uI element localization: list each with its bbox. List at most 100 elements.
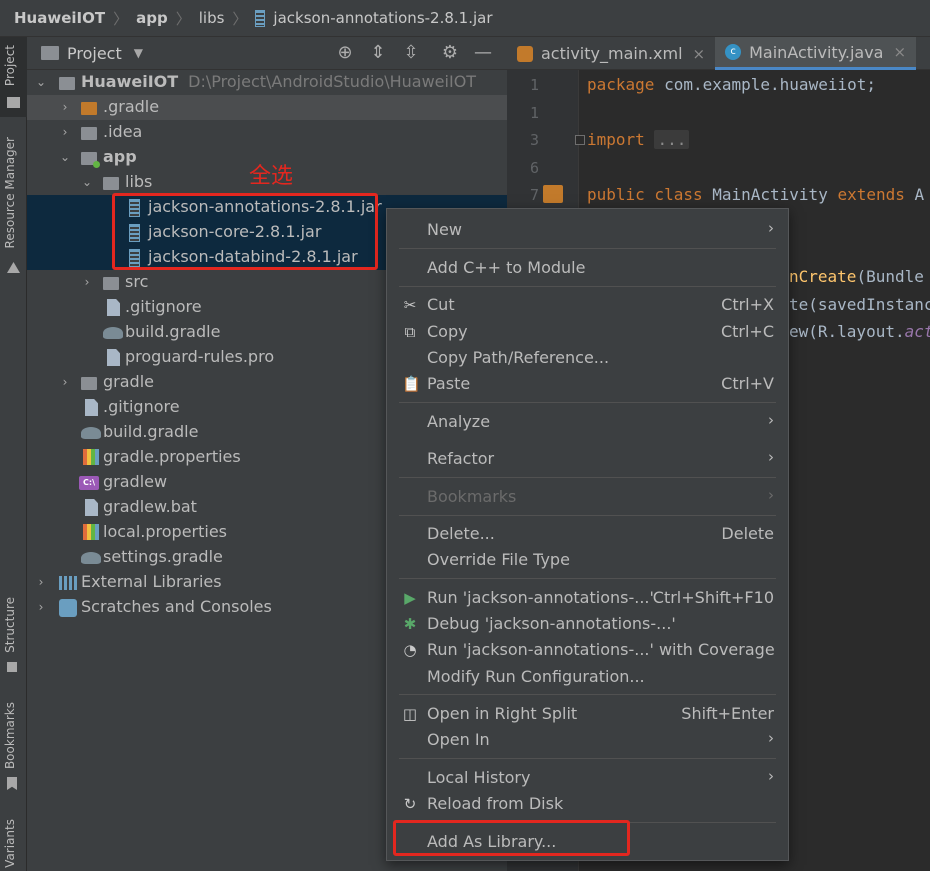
menu-item-run-coverage[interactable]: ◔ Run 'jackson-annotations-...' with Cov… bbox=[388, 637, 787, 663]
menu-item-cut[interactable]: ✂ Cut Ctrl+X bbox=[388, 292, 787, 318]
tree-path: D:\Project\AndroidStudio\HuaweiIOT bbox=[188, 72, 477, 91]
tree-label: app bbox=[103, 147, 137, 166]
menu-item-refactor[interactable]: Refactor › bbox=[388, 446, 787, 472]
caret-down-icon[interactable]: ▼ bbox=[134, 46, 143, 60]
chevron-right-icon: 〉 bbox=[175, 9, 191, 28]
project-panel-header: Project ▼ ⊕ ⇕ ⇳ ⚙ — bbox=[27, 37, 507, 70]
menu-item-bookmarks[interactable]: Bookmarks › bbox=[388, 484, 787, 510]
file-icon bbox=[85, 499, 98, 516]
chevron-down-icon[interactable]: ⌄ bbox=[35, 70, 47, 95]
tree-item-root[interactable]: ⌄ HuaweiIOT D:\Project\AndroidStudio\Huaw… bbox=[27, 70, 507, 95]
jar-icon bbox=[255, 9, 266, 27]
line-number: 1 bbox=[529, 76, 539, 94]
menu-separator bbox=[399, 578, 776, 579]
chevron-right-icon[interactable]: › bbox=[35, 570, 47, 595]
close-icon[interactable]: × bbox=[893, 43, 906, 61]
menu-item-local-history[interactable]: Local History › bbox=[388, 765, 787, 791]
menu-item-override-type[interactable]: Override File Type bbox=[388, 547, 787, 573]
activity-gutter-icon[interactable] bbox=[543, 185, 563, 203]
gradle-icon bbox=[81, 427, 101, 439]
menu-separator bbox=[399, 515, 776, 516]
java-class-icon: c bbox=[725, 44, 742, 60]
chevron-right-icon[interactable]: › bbox=[35, 595, 47, 620]
folder-icon bbox=[81, 102, 97, 115]
chevron-right-icon: › bbox=[768, 767, 774, 785]
minimize-icon[interactable]: — bbox=[473, 43, 493, 63]
gradle-icon bbox=[81, 552, 101, 564]
file-icon bbox=[85, 399, 98, 416]
chevron-right-icon: › bbox=[768, 411, 774, 429]
chevron-right-icon: › bbox=[768, 729, 774, 747]
chevron-right-icon[interactable]: › bbox=[59, 120, 71, 145]
menu-item-modify-run[interactable]: Modify Run Configuration... bbox=[388, 664, 787, 690]
tool-variants[interactable]: Variants bbox=[3, 819, 17, 868]
breadcrumb-project[interactable]: HuaweiIOT bbox=[14, 9, 105, 27]
context-menu: New › Add C++ to Module ✂ Cut Ctrl+X ⧉ C… bbox=[386, 208, 789, 861]
tree-label: gradlew.bat bbox=[103, 497, 197, 516]
code-line: public class MainActivity extends A bbox=[587, 185, 925, 204]
tool-project-tab[interactable]: Project bbox=[0, 37, 27, 117]
menu-item-open-in[interactable]: Open In › bbox=[388, 727, 787, 753]
run-icon: ▶ bbox=[404, 589, 416, 607]
tool-bookmarks[interactable]: Bookmarks bbox=[3, 702, 17, 769]
menu-item-paste[interactable]: 📋 Paste Ctrl+V bbox=[388, 371, 787, 397]
menu-separator bbox=[399, 402, 776, 403]
chevron-down-icon[interactable]: ⌄ bbox=[81, 170, 93, 195]
tree-item-gradle-dir[interactable]: › .gradle bbox=[27, 95, 507, 120]
breadcrumb-folder[interactable]: libs bbox=[199, 9, 225, 27]
folder-icon bbox=[41, 46, 59, 60]
close-icon[interactable]: × bbox=[693, 45, 706, 63]
menu-item-analyze[interactable]: Analyze › bbox=[388, 409, 787, 435]
menu-item-debug[interactable]: ✱ Debug 'jackson-annotations-...' bbox=[388, 611, 787, 637]
properties-icon bbox=[83, 449, 99, 465]
tree-item-idea[interactable]: › .idea bbox=[27, 120, 507, 145]
chevron-right-icon[interactable]: › bbox=[81, 270, 93, 295]
collapse-all-icon[interactable]: ⇳ bbox=[401, 43, 421, 63]
folder-icon bbox=[7, 97, 20, 108]
breadcrumb: HuaweiIOT 〉 app 〉 libs 〉 jackson-annotat… bbox=[0, 0, 930, 37]
chevron-right-icon[interactable]: › bbox=[59, 370, 71, 395]
tree-label: .gradle bbox=[103, 97, 160, 116]
line-number: 6 bbox=[529, 159, 539, 177]
locate-icon[interactable]: ⊕ bbox=[335, 43, 355, 63]
chevron-down-icon[interactable]: ⌄ bbox=[59, 145, 71, 170]
gradle-icon bbox=[103, 327, 123, 339]
project-view-selector[interactable]: Project bbox=[67, 44, 122, 63]
menu-item-add-cpp[interactable]: Add C++ to Module bbox=[388, 255, 787, 281]
tool-project-label: Project bbox=[3, 45, 17, 87]
tree-label: settings.gradle bbox=[103, 547, 223, 566]
tree-label: src bbox=[125, 272, 149, 291]
menu-item-reload[interactable]: ↻ Reload from Disk bbox=[388, 791, 787, 817]
file-icon bbox=[107, 349, 120, 366]
menu-item-delete[interactable]: Delete... Delete bbox=[388, 521, 787, 547]
split-icon: ◫ bbox=[402, 705, 418, 723]
breadcrumb-module[interactable]: app bbox=[136, 9, 168, 27]
code-line: import ... bbox=[587, 130, 690, 149]
fold-icon[interactable] bbox=[575, 135, 585, 145]
breadcrumb-file[interactable]: jackson-annotations-2.8.1.jar bbox=[273, 9, 492, 27]
tree-label: gradle.properties bbox=[103, 447, 241, 466]
gear-icon[interactable]: ⚙ bbox=[440, 43, 460, 63]
tab-activity-main[interactable]: activity_main.xml × bbox=[507, 37, 715, 70]
menu-item-open-right-split[interactable]: ◫ Open in Right Split Shift+Enter bbox=[388, 701, 787, 727]
menu-item-copy[interactable]: ⧉ Copy Ctrl+C bbox=[388, 319, 787, 345]
tree-label: local.properties bbox=[103, 522, 228, 541]
expand-all-icon[interactable]: ⇕ bbox=[368, 43, 388, 63]
menu-item-copy-path[interactable]: Copy Path/Reference... bbox=[388, 345, 787, 371]
tool-structure[interactable]: Structure bbox=[3, 597, 17, 653]
xml-file-icon bbox=[517, 45, 533, 62]
clipboard-icon: 📋 bbox=[402, 375, 421, 393]
tool-resource-manager[interactable]: Resource Manager bbox=[3, 137, 17, 248]
bookmark-icon bbox=[7, 777, 17, 790]
menu-item-new[interactable]: New › bbox=[388, 217, 787, 243]
scissors-icon: ✂ bbox=[403, 296, 417, 314]
properties-icon bbox=[83, 524, 99, 540]
chevron-right-icon[interactable]: › bbox=[59, 95, 71, 120]
tab-main-activity[interactable]: c MainActivity.java × bbox=[715, 37, 917, 70]
reload-icon: ↻ bbox=[403, 795, 417, 813]
menu-separator bbox=[399, 758, 776, 759]
menu-separator bbox=[399, 248, 776, 249]
structure-icon bbox=[7, 662, 17, 672]
tool-window-strip: Project Resource Manager Structure Bookm… bbox=[0, 37, 27, 871]
menu-item-run[interactable]: ▶ Run 'jackson-annotations-...' Ctrl+Shi… bbox=[388, 585, 787, 611]
